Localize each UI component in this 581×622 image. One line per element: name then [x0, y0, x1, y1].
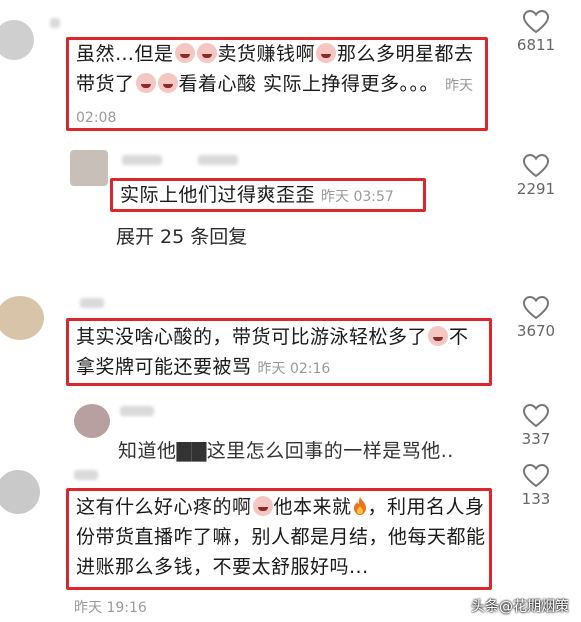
like-button[interactable]: 133 — [506, 464, 566, 508]
like-count: 6811 — [516, 36, 556, 54]
avatar[interactable] — [70, 150, 108, 186]
crying-face-emoji-icon — [316, 43, 337, 63]
like-count: 337 — [521, 430, 551, 448]
like-button[interactable]: 3670 — [506, 296, 566, 340]
heart-outline-icon — [523, 10, 549, 34]
heart-outline-icon — [523, 404, 549, 428]
username-redacted — [50, 18, 60, 28]
crying-face-emoji-icon — [428, 326, 449, 346]
timestamp: 昨天 19:16 — [74, 600, 147, 616]
like-count: 133 — [521, 490, 551, 508]
username-redacted — [122, 155, 162, 165]
crying-face-emoji-icon — [196, 43, 217, 63]
expand-replies-link[interactable]: 展开 25 条回复 — [116, 222, 247, 249]
crying-face-emoji-icon — [252, 496, 273, 516]
heart-outline-icon — [523, 154, 549, 178]
heart-outline-icon — [523, 464, 549, 488]
reply-text: 实际上他们过得爽歪歪 昨天 03:57 — [120, 184, 394, 206]
like-button[interactable]: 337 — [506, 404, 566, 448]
comment-text: 这有什么好心疼的啊 他本来就 ，利用名人身份带货直播咋了嘛，别人都是月结，他每天都能… — [76, 496, 486, 578]
fire-emoji-icon — [353, 497, 366, 515]
crying-face-emoji-icon — [157, 73, 178, 93]
avatar[interactable] — [0, 470, 40, 514]
username-redacted — [198, 155, 238, 165]
username-redacted — [120, 406, 154, 416]
comment-text: 虽然…但是 卖货赚钱啊 那么多明星都去带货了 看着心酸 实际上挣得更多。。。 昨天 02… — [76, 43, 474, 126]
timestamp: 昨天 03:57 — [321, 189, 394, 205]
username-redacted — [74, 470, 98, 480]
avatar[interactable] — [0, 296, 44, 340]
comment-text: 其实没啥心酸的，带货可比游泳轻松多了 不拿奖牌可能还要被骂 昨天 02:16 — [76, 326, 469, 378]
avatar[interactable] — [0, 20, 34, 60]
like-button[interactable]: 2291 — [506, 154, 566, 198]
crying-face-emoji-icon — [174, 43, 195, 63]
avatar[interactable] — [74, 404, 110, 438]
reply-text: 知道他▇▇这里怎么回事的一样是骂他.. — [118, 440, 454, 462]
like-button[interactable]: 6811 — [506, 10, 566, 54]
timestamp: 昨天 02:16 — [257, 361, 331, 377]
heart-outline-icon — [523, 296, 549, 320]
watermark: 头条@花期烟策 — [471, 599, 569, 615]
crying-face-emoji-icon — [135, 73, 156, 93]
like-count: 2291 — [516, 180, 556, 198]
like-count: 3670 — [516, 322, 556, 340]
username-redacted — [80, 298, 104, 308]
